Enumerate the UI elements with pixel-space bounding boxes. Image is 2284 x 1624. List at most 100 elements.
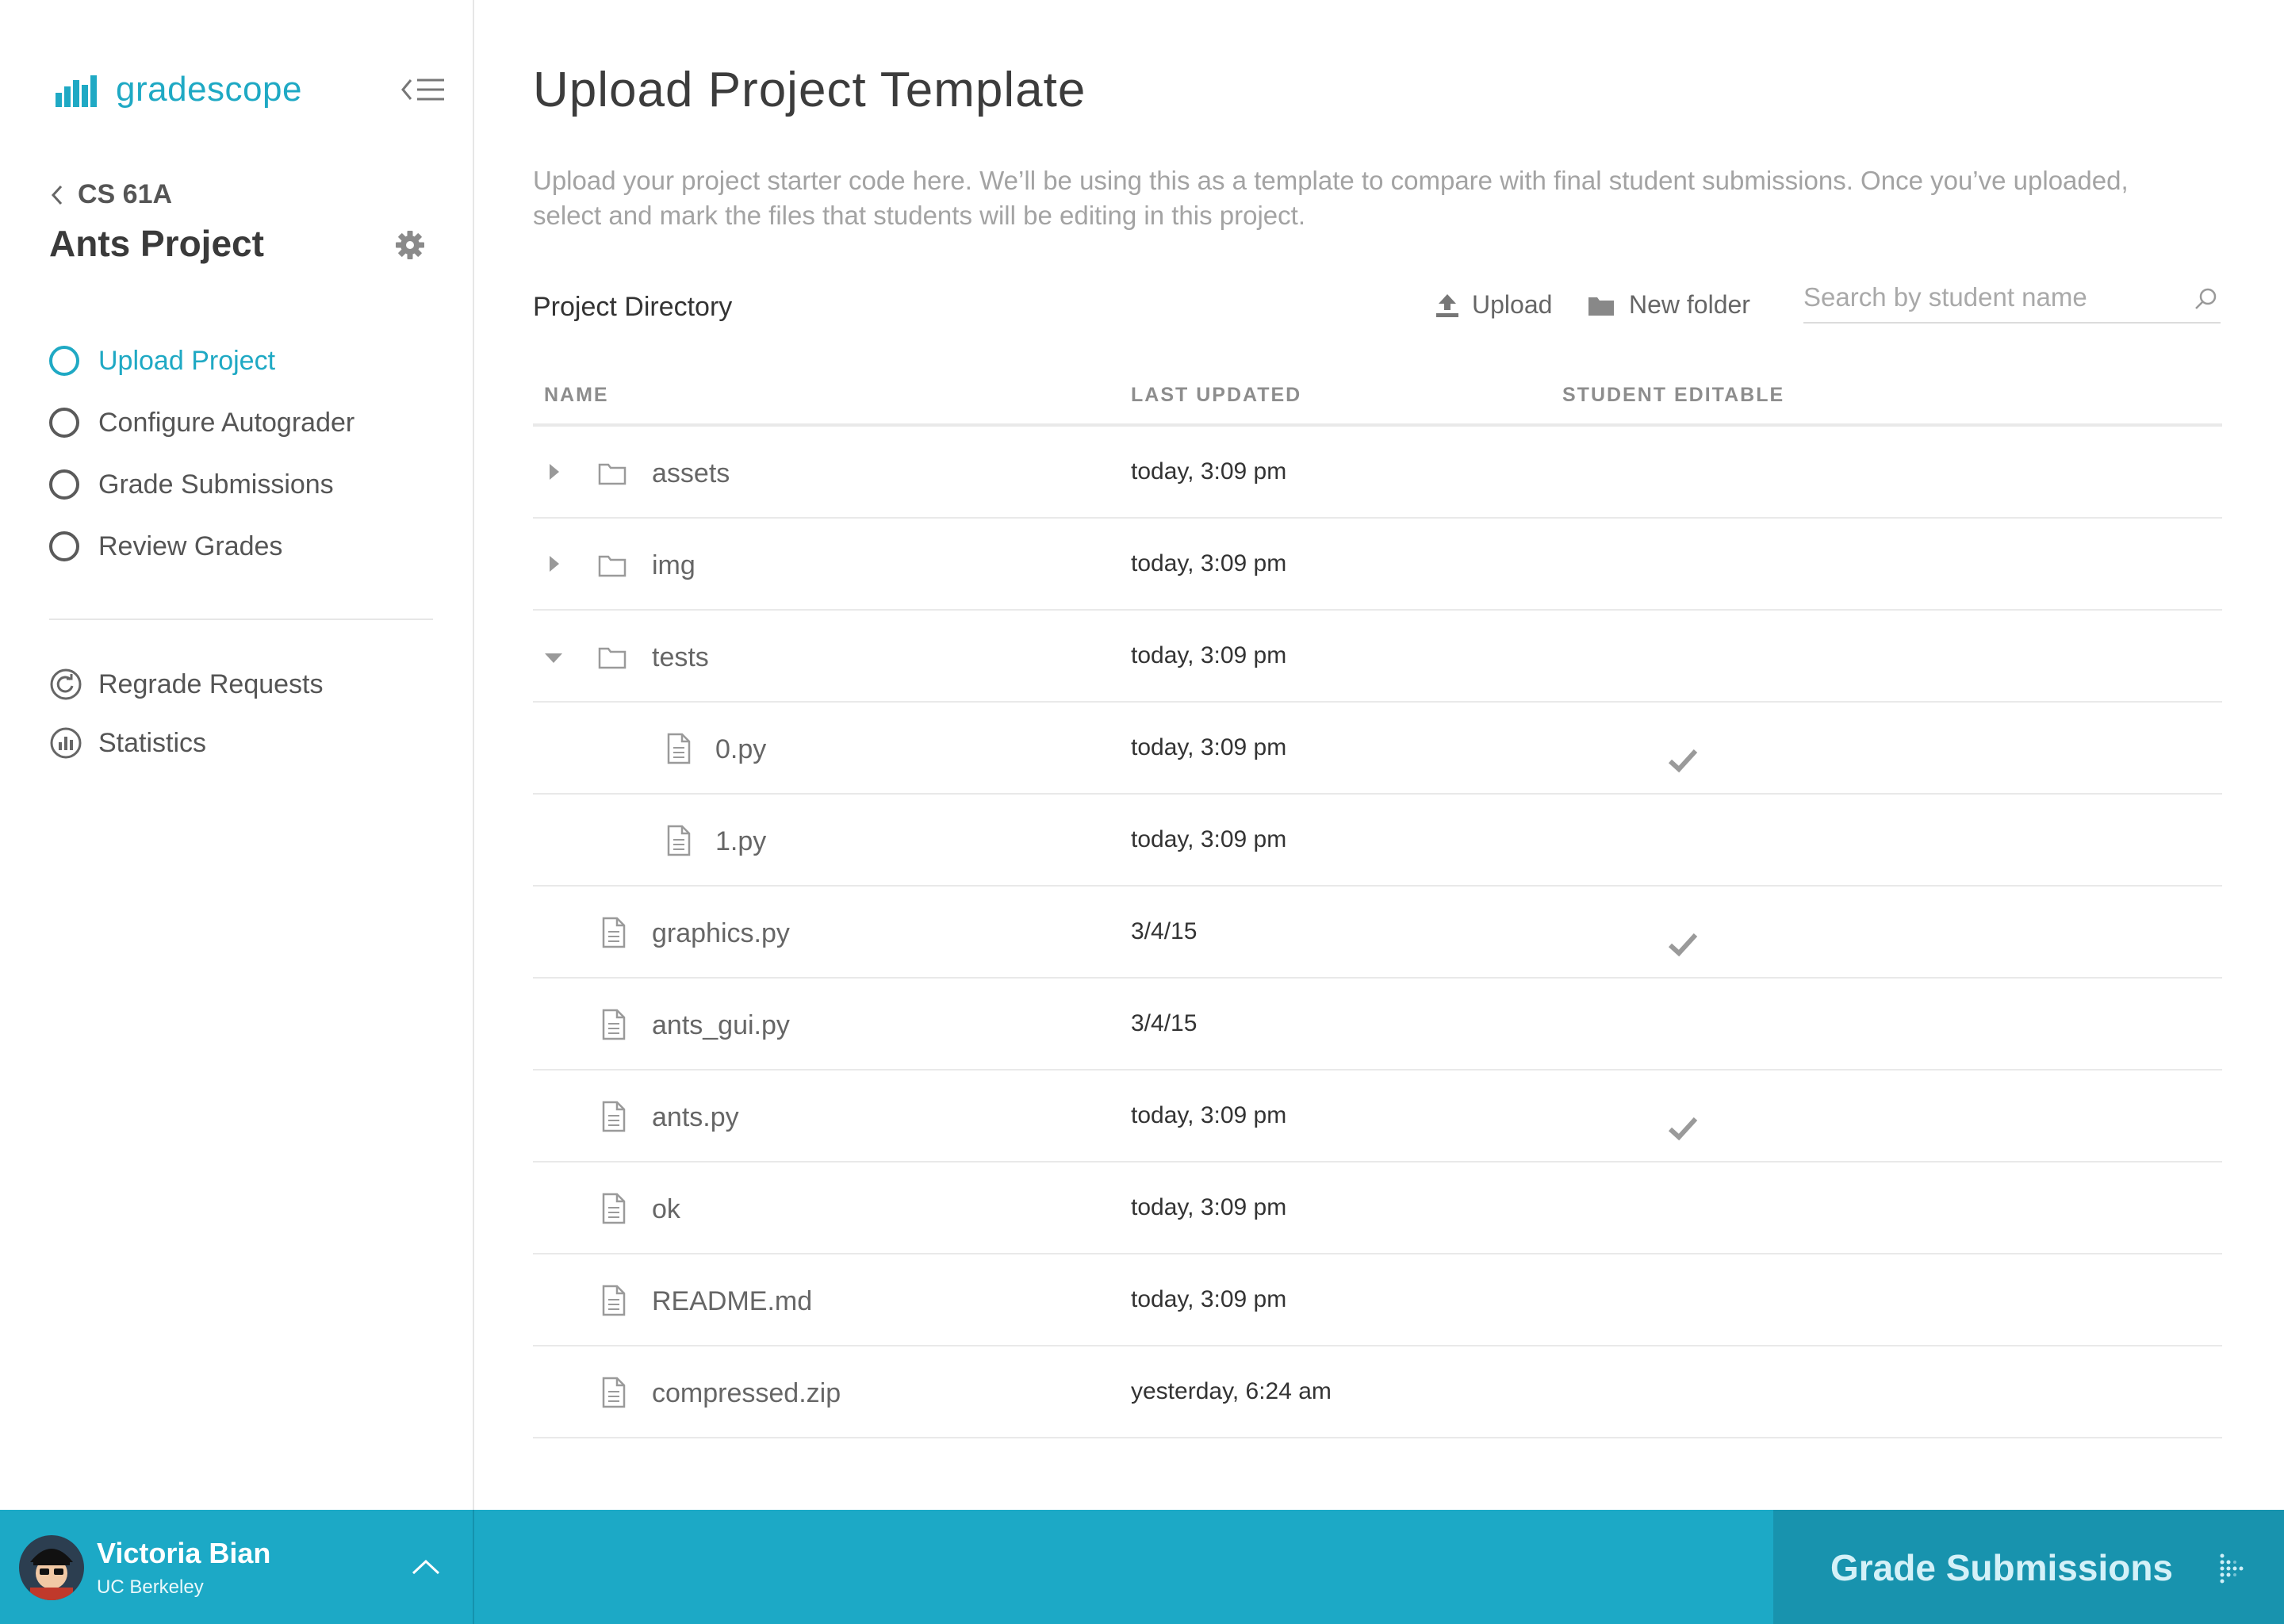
step-circle-icon <box>49 469 79 500</box>
table-row[interactable]: 0.py today, 3:09 pm <box>533 703 2222 795</box>
last-updated: today, 3:09 pm <box>1131 550 1287 576</box>
folder-name[interactable]: tests <box>652 642 709 673</box>
new-folder-label: New folder <box>1629 290 1750 319</box>
last-updated: today, 3:09 pm <box>1131 642 1287 668</box>
table-row[interactable]: tests today, 3:09 pm <box>533 611 2222 703</box>
table-row[interactable]: ok today, 3:09 pm <box>533 1162 2222 1254</box>
checkmark-icon[interactable] <box>1667 747 1699 774</box>
collapse-sidebar-icon[interactable] <box>401 76 446 103</box>
sidebar-item-label: Statistics <box>98 727 207 758</box>
last-updated: today, 3:09 pm <box>1131 734 1287 760</box>
course-name: CS 61A <box>78 179 173 209</box>
gear-icon[interactable] <box>395 230 425 260</box>
user-name: Victoria Bian <box>97 1537 271 1569</box>
table-row[interactable]: assets today, 3:09 pm <box>533 427 2222 519</box>
arrow-right-dots-icon <box>2220 1553 2244 1584</box>
file-name[interactable]: 0.py <box>715 734 766 765</box>
footer-bar: Victoria Bian UC Berkeley Grade Submissi… <box>0 1510 2284 1624</box>
sidebar: gradescope CS 61A Ants Project Upload Pr… <box>0 0 474 1510</box>
file-name[interactable]: compressed.zip <box>652 1378 841 1409</box>
caret-right-icon[interactable] <box>547 555 561 573</box>
page-title: Upload Project Template <box>533 63 1086 117</box>
file-name[interactable]: README.md <box>652 1286 812 1317</box>
sidebar-divider <box>49 619 433 620</box>
grade-submissions-button[interactable]: Grade Submissions <box>1773 1510 2284 1624</box>
file-icon <box>667 733 691 764</box>
file-icon <box>667 825 691 856</box>
file-name[interactable]: 1.py <box>715 826 766 857</box>
file-name[interactable]: ants_gui.py <box>652 1010 790 1041</box>
folder-icon <box>598 463 627 485</box>
sidebar-secondary-nav: Regrade Requests Statistics <box>49 655 446 772</box>
user-organization: UC Berkeley <box>97 1576 204 1598</box>
column-header-name[interactable]: NAME <box>544 384 609 407</box>
caret-down-icon[interactable] <box>544 652 563 665</box>
last-updated: yesterday, 6:24 am <box>1131 1378 1332 1404</box>
assignment-title: Ants Project <box>49 223 264 264</box>
step-circle-icon <box>49 346 79 376</box>
step-label: Upload Project <box>98 345 276 376</box>
file-name[interactable]: graphics.py <box>652 918 790 949</box>
sidebar-item-regrade-requests[interactable]: Regrade Requests <box>49 655 446 714</box>
sidebar-item-statistics[interactable]: Statistics <box>49 714 446 772</box>
sidebar-item-label: Regrade Requests <box>98 668 324 699</box>
avatar[interactable] <box>19 1535 84 1600</box>
checkmark-icon[interactable] <box>1667 1115 1699 1142</box>
back-to-course-link[interactable]: CS 61A <box>49 179 172 210</box>
project-directory-label: Project Directory <box>533 292 733 322</box>
statistics-icon <box>50 727 82 759</box>
step-circle-icon <box>49 408 79 438</box>
step-label: Configure Autograder <box>98 407 355 438</box>
page-description: Upload your project starter code here. W… <box>533 166 2129 230</box>
search-box <box>1803 276 2221 324</box>
step-configure-autograder[interactable]: Configure Autograder <box>49 392 446 454</box>
project-directory-table: NAME LAST UPDATED STUDENT EDITABLE asset… <box>533 373 2222 1438</box>
file-icon <box>602 1193 626 1224</box>
step-circle-icon <box>49 531 79 561</box>
table-row[interactable]: ants.py today, 3:09 pm <box>533 1071 2222 1162</box>
table-row[interactable]: README.md today, 3:09 pm <box>533 1254 2222 1346</box>
file-icon <box>602 1285 626 1316</box>
folder-name[interactable]: img <box>652 550 696 581</box>
user-menu[interactable]: Victoria Bian UC Berkeley <box>0 1510 474 1624</box>
step-review-grades[interactable]: Review Grades <box>49 515 446 577</box>
table-header: NAME LAST UPDATED STUDENT EDITABLE <box>533 373 2222 427</box>
table-row[interactable]: compressed.zip yesterday, 6:24 am <box>533 1346 2222 1438</box>
logo-text: gradescope <box>116 70 302 109</box>
table-row[interactable]: graphics.py 3/4/15 <box>533 887 2222 979</box>
workflow-steps: Upload Project Configure Autograder Grad… <box>49 330 446 577</box>
step-grade-submissions[interactable]: Grade Submissions <box>49 454 446 515</box>
last-updated: today, 3:09 pm <box>1131 1286 1287 1312</box>
last-updated: 3/4/15 <box>1131 1010 1198 1036</box>
checkmark-icon[interactable] <box>1667 931 1699 958</box>
regrade-icon <box>50 668 82 700</box>
file-icon <box>602 1101 626 1132</box>
step-upload-project[interactable]: Upload Project <box>49 330 446 392</box>
folder-name[interactable]: assets <box>652 458 730 489</box>
folder-icon <box>1588 297 1614 316</box>
table-row[interactable]: ants_gui.py 3/4/15 <box>533 979 2222 1071</box>
search-icon[interactable] <box>2194 287 2217 311</box>
folder-icon <box>598 647 627 669</box>
table-body: assets today, 3:09 pm img today, 3:09 pm tes… <box>533 427 2222 1438</box>
new-folder-button[interactable]: New folder <box>1588 290 1750 320</box>
upload-button[interactable]: Upload <box>1435 290 1552 320</box>
file-name[interactable]: ok <box>652 1194 680 1225</box>
table-row[interactable]: 1.py today, 3:09 pm <box>533 795 2222 887</box>
chevron-up-icon[interactable] <box>411 1557 441 1576</box>
upload-icon <box>1436 293 1458 317</box>
caret-right-icon[interactable] <box>547 463 561 481</box>
last-updated: today, 3:09 pm <box>1131 458 1287 485</box>
column-header-student-editable[interactable]: STUDENT EDITABLE <box>1562 384 1784 407</box>
file-icon <box>602 1009 626 1040</box>
table-row[interactable]: img today, 3:09 pm <box>533 519 2222 611</box>
avatar-image <box>19 1535 84 1600</box>
step-label: Grade Submissions <box>98 469 334 500</box>
search-input[interactable] <box>1803 276 2176 319</box>
gradescope-logo-icon <box>56 75 97 107</box>
column-header-last-updated[interactable]: LAST UPDATED <box>1131 384 1301 407</box>
logo[interactable]: gradescope <box>56 70 302 109</box>
last-updated: 3/4/15 <box>1131 918 1198 944</box>
file-name[interactable]: ants.py <box>652 1102 739 1133</box>
upload-label: Upload <box>1472 290 1553 319</box>
